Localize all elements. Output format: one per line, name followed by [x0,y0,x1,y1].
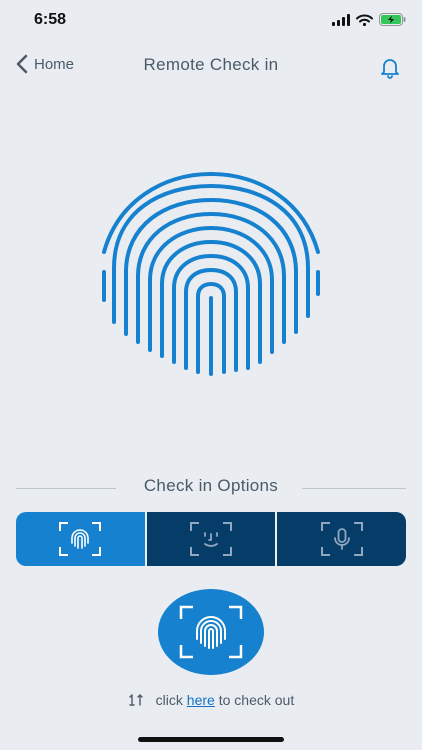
status-bar: 6:58 [0,0,422,44]
scan-button[interactable] [158,589,264,675]
navigation-bar: Home Remote Check in [0,44,422,88]
back-label: Home [34,55,75,73]
fingerprint-icon [102,172,320,376]
fingerprint-scan-icon [179,605,243,659]
check-in-options-title: Check in Options [143,476,279,495]
swap-icon [129,694,143,706]
checkout-prompt: click here to check out [0,692,422,708]
status-time: 6:58 [34,11,67,28]
option-voice[interactable] [277,512,406,566]
bell-icon[interactable] [378,56,402,80]
signal-icon [332,13,350,26]
check-in-options [16,512,406,566]
checkout-suffix: to check out [218,692,295,708]
divider-right [302,488,406,489]
option-face[interactable] [146,512,276,566]
chevron-left-icon [16,54,28,74]
wifi-icon [356,14,373,26]
back-button[interactable]: Home [16,54,74,74]
checkout-prefix: click [155,692,183,708]
face-scan-icon [190,522,232,556]
fingerprint-scan-icon [59,522,102,556]
option-fingerprint[interactable] [16,512,145,566]
check-in-options-header: Check in Options [16,476,406,498]
home-indicator [138,737,284,742]
battery-charging-icon [379,13,406,26]
checkout-link[interactable]: here [187,692,215,708]
voice-scan-icon [320,522,363,556]
